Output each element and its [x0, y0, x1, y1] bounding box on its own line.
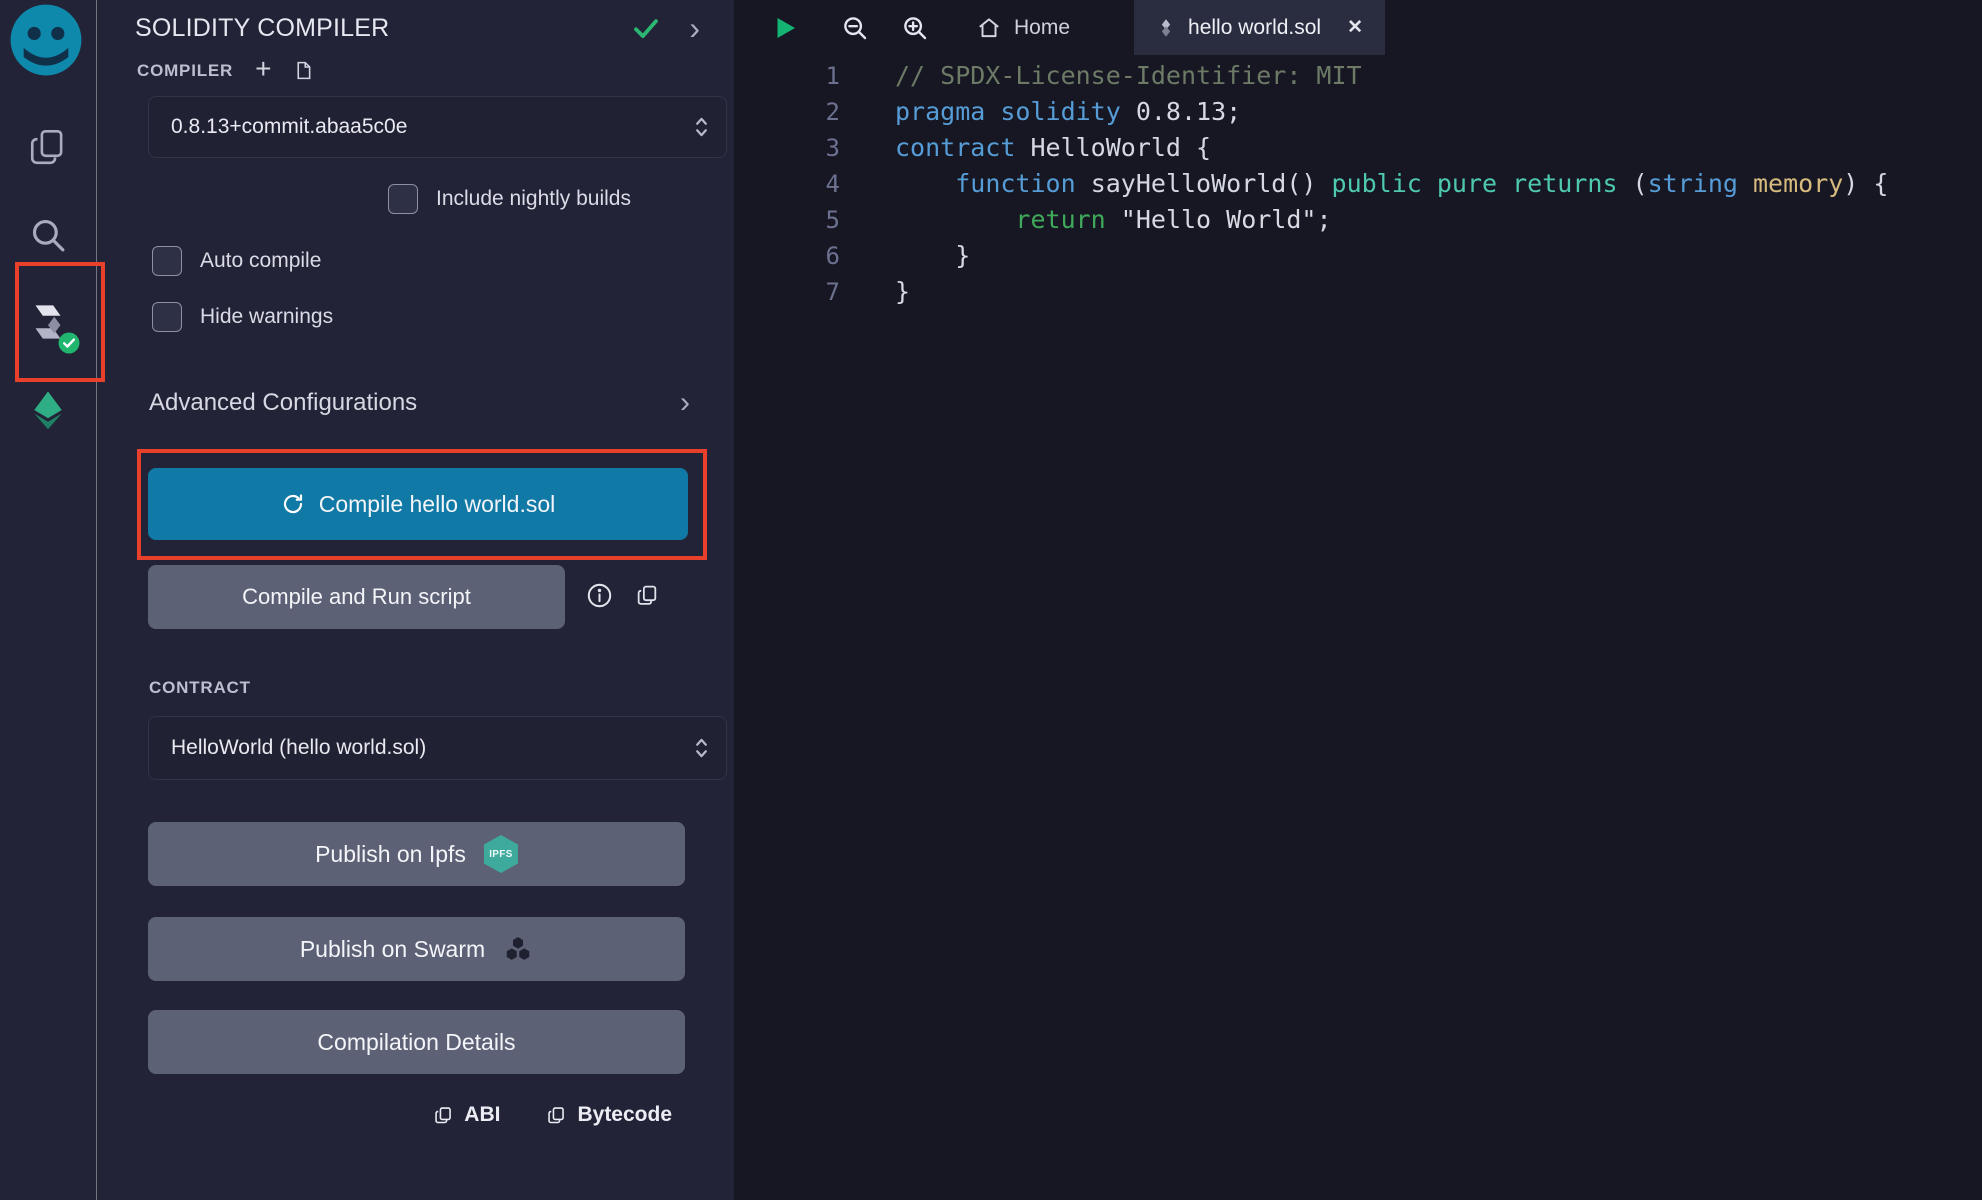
ipfs-icon: IPFS	[484, 835, 518, 873]
contract-section: CONTRACT	[149, 678, 251, 698]
bytecode-label: Bytecode	[577, 1103, 672, 1127]
contract-section-label: CONTRACT	[149, 678, 251, 698]
hide-warnings-row: Hide warnings	[152, 302, 333, 332]
swarm-icon	[503, 934, 533, 964]
code-line: 1// SPDX-License-Identifier: MIT	[734, 58, 1982, 94]
remix-ide: SOLIDITY COMPILER › COMPILER + 0.8.13+co…	[0, 0, 1982, 1200]
compilation-details-button[interactable]: Compilation Details	[148, 1010, 685, 1074]
tab-hello-world-label: hello world.sol	[1188, 16, 1321, 40]
home-icon	[976, 15, 1002, 41]
file-explorer-icon[interactable]	[22, 121, 74, 173]
panel-header: SOLIDITY COMPILER ›	[135, 12, 712, 44]
deploy-run-icon[interactable]	[22, 384, 74, 436]
compiler-version-select[interactable]: 0.8.13+commit.abaa5c0e	[148, 96, 727, 158]
publish-swarm-label: Publish on Swarm	[300, 936, 485, 963]
copy-abi-button[interactable]: ABI	[433, 1103, 500, 1127]
include-nightly-row: Include nightly builds	[388, 184, 631, 214]
panel-chevron-right-icon[interactable]: ›	[689, 12, 700, 44]
contract-select-value: HelloWorld (hello world.sol)	[171, 736, 426, 760]
contract-select[interactable]: HelloWorld (hello world.sol)	[148, 716, 727, 780]
publish-swarm-button[interactable]: Publish on Swarm	[148, 917, 685, 981]
code-line: 7}	[734, 274, 1982, 310]
code-line: 4 function sayHelloWorld() public pure r…	[734, 166, 1982, 202]
panel-title: SOLIDITY COMPILER	[135, 14, 389, 43]
compiler-version-value: 0.8.13+commit.abaa5c0e	[171, 115, 407, 139]
abi-label: ABI	[464, 1103, 500, 1127]
editor-tab-bar: Home hello world.sol ✕	[734, 0, 1982, 55]
run-script-play-icon[interactable]	[770, 13, 800, 43]
code-line: 6 }	[734, 238, 1982, 274]
add-compiler-icon[interactable]: +	[255, 55, 271, 83]
include-nightly-checkbox[interactable]	[388, 184, 418, 214]
auto-compile-checkbox[interactable]	[152, 246, 182, 276]
tab-home-label: Home	[1014, 16, 1070, 40]
close-tab-icon[interactable]: ✕	[1347, 16, 1363, 39]
tab-hello-world-sol[interactable]: hello world.sol ✕	[1134, 0, 1385, 55]
code-lines: 1// SPDX-License-Identifier: MIT2pragma …	[734, 58, 1982, 310]
compiler-section: COMPILER +	[137, 58, 314, 83]
compile-and-run-label: Compile and Run script	[242, 584, 471, 610]
zoom-out-icon[interactable]	[840, 13, 870, 43]
include-nightly-label: Include nightly builds	[436, 187, 631, 211]
auto-compile-label: Auto compile	[200, 249, 321, 273]
abi-bytecode-row: ABI Bytecode	[433, 1103, 672, 1127]
zoom-in-icon[interactable]	[900, 13, 930, 43]
copy-bytecode-button[interactable]: Bytecode	[546, 1103, 672, 1127]
icon-sidebar	[0, 0, 97, 1200]
hide-warnings-label: Hide warnings	[200, 305, 333, 329]
compile-button[interactable]: Compile hello world.sol	[148, 468, 688, 540]
remix-logo-icon[interactable]	[4, 0, 88, 82]
search-icon[interactable]	[22, 209, 74, 261]
hide-warnings-checkbox[interactable]	[152, 302, 182, 332]
compilation-details-label: Compilation Details	[317, 1029, 515, 1056]
code-line: 5 return "Hello World";	[734, 202, 1982, 238]
info-icon[interactable]	[586, 582, 613, 609]
solidity-compiler-icon[interactable]	[22, 296, 74, 348]
select-carets-icon	[695, 115, 708, 139]
compile-success-check-icon	[631, 13, 661, 43]
compile-button-label: Compile hello world.sol	[319, 491, 556, 518]
copy-script-icon[interactable]	[635, 583, 660, 608]
compiler-section-label: COMPILER	[137, 61, 233, 81]
editor-area: Home hello world.sol ✕ 1// SPDX-License-…	[734, 0, 1982, 1200]
advanced-chevron-icon[interactable]: ›	[680, 388, 690, 418]
compile-and-run-button[interactable]: Compile and Run script	[148, 565, 565, 629]
auto-compile-row: Auto compile	[152, 246, 321, 276]
code-line: 2pragma solidity 0.8.13;	[734, 94, 1982, 130]
advanced-configurations-row[interactable]: Advanced Configurations ›	[149, 388, 690, 418]
code-editor[interactable]: 1// SPDX-License-Identifier: MIT2pragma …	[734, 55, 1982, 310]
publish-ipfs-button[interactable]: Publish on Ipfs IPFS	[148, 822, 685, 886]
compiled-check-badge-icon	[58, 332, 80, 354]
code-line: 3contract HelloWorld {	[734, 130, 1982, 166]
publish-ipfs-label: Publish on Ipfs	[315, 841, 466, 868]
refresh-icon	[281, 492, 305, 516]
solidity-compiler-panel: SOLIDITY COMPILER › COMPILER + 0.8.13+co…	[97, 0, 734, 1200]
tab-home[interactable]: Home	[964, 0, 1082, 55]
open-file-icon[interactable]	[293, 60, 314, 81]
select-carets-icon	[695, 736, 708, 760]
solidity-file-icon	[1156, 18, 1176, 38]
advanced-configurations-label: Advanced Configurations	[149, 389, 417, 417]
